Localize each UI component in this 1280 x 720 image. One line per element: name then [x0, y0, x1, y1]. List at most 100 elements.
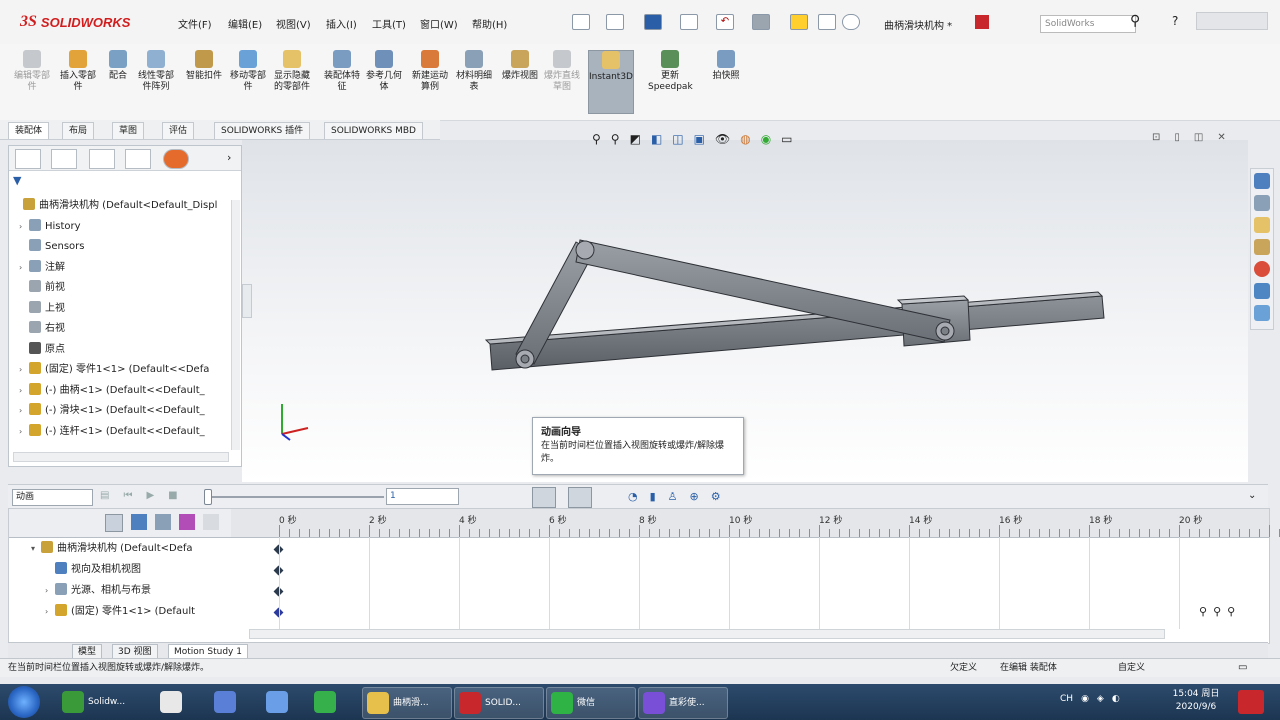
- zoom-in-icon[interactable]: ⚲: [1199, 605, 1207, 618]
- tree-scrollbar[interactable]: [231, 200, 240, 450]
- auto-fit-icon[interactable]: [203, 514, 219, 530]
- file-properties-icon[interactable]: [818, 14, 836, 30]
- display-manager-tab-icon[interactable]: [163, 149, 189, 169]
- contact-icon[interactable]: ⚙: [711, 490, 721, 503]
- tree-item-11[interactable]: › (-) 连杆<1> (Default<<Default_: [9, 422, 205, 442]
- tree-item-8[interactable]: › (固定) 零件1<1> (Default<<Defa: [9, 360, 209, 380]
- assembly-model[interactable]: [242, 140, 1248, 482]
- file-explorer-icon[interactable]: [1254, 217, 1270, 233]
- ribbon-button-1[interactable]: 插入零部件: [56, 50, 100, 112]
- filter-results-icon[interactable]: [179, 514, 195, 530]
- open-document-icon[interactable]: [606, 14, 624, 30]
- timeline-horizontal-scrollbar[interactable]: [249, 629, 1165, 639]
- ribbon-button-4[interactable]: 智能扣件: [182, 50, 226, 112]
- notification-icon[interactable]: [1238, 690, 1264, 714]
- restore-viewport-icon[interactable]: ⊡: [1152, 132, 1160, 143]
- tab-0[interactable]: 装配体: [8, 122, 50, 139]
- chevron-right-icon[interactable]: ›: [227, 151, 231, 164]
- select-icon[interactable]: [752, 14, 770, 30]
- animation-wizard-button[interactable]: [532, 487, 556, 508]
- panel-collapse-handle[interactable]: [242, 284, 252, 318]
- options-gear-icon[interactable]: [842, 14, 860, 30]
- zoom-out-icon[interactable]: ⚲: [1213, 605, 1221, 618]
- input-language[interactable]: CH: [1060, 694, 1073, 704]
- timeline-row-1[interactable]: 视向及相机视图: [9, 560, 141, 580]
- tree-item-9-expander[interactable]: ›: [19, 381, 29, 401]
- tree-item-1[interactable]: › History: [9, 217, 81, 237]
- tree-item-9[interactable]: › (-) 曲柄<1> (Default<<Default_: [9, 381, 205, 401]
- timeline-ruler[interactable]: 0 秒 2 秒 4 秒 6 秒 8 秒 10 秒 12 秒 14 秒 16 秒 18 秒 20 秒: [231, 509, 1280, 538]
- tray-network-icon[interactable]: ◈: [1097, 694, 1104, 704]
- tray-volume-icon[interactable]: ◐: [1112, 694, 1120, 704]
- save-icon[interactable]: [644, 14, 662, 30]
- tree-item-6[interactable]: 右视: [9, 319, 65, 339]
- collapse-chevron-icon[interactable]: ⌄: [1248, 490, 1256, 501]
- design-library-icon[interactable]: [1254, 195, 1270, 211]
- stop-icon[interactable]: ■: [168, 490, 177, 501]
- ribbon-button-11[interactable]: 爆炸视图: [498, 50, 542, 112]
- tab-5[interactable]: SOLIDWORKS MBD: [324, 122, 423, 139]
- property-manager-tab-icon[interactable]: [51, 149, 77, 169]
- autokey-icon[interactable]: [568, 487, 592, 508]
- taskbar-app-8[interactable]: 直彩使...: [638, 687, 728, 719]
- solidworks-forum-icon[interactable]: [1254, 305, 1270, 321]
- tree-item-1-expander[interactable]: ›: [19, 217, 29, 237]
- play-icon[interactable]: ▶: [146, 490, 154, 501]
- tree-item-4[interactable]: 前视: [9, 278, 65, 298]
- solidworks-logo[interactable]: 3S SOLIDWORKS: [20, 10, 130, 34]
- filter-selected-icon[interactable]: [155, 514, 171, 530]
- taskbar-app-5[interactable]: 曲柄滑...: [362, 687, 452, 719]
- ribbon-button-10[interactable]: 材料明细表: [452, 50, 496, 112]
- graphics-area[interactable]: ⚲ ⚲ ◩ ◧ ◫ ▣ 👁 ◍ ◉ ▭ ⊡ ▯ ◫ ✕: [242, 132, 1248, 482]
- study-type-select[interactable]: 动画: [12, 489, 93, 506]
- new-document-icon[interactable]: [572, 14, 590, 30]
- maximize-viewport-icon[interactable]: ◫: [1194, 132, 1203, 143]
- system-clock[interactable]: 15:04 周日 2020/9/6: [1168, 688, 1224, 714]
- filter-icon[interactable]: ▼: [13, 174, 21, 187]
- zoom-fit-icon[interactable]: ⚲: [1227, 605, 1235, 618]
- timeline-row-2[interactable]: › 光源、相机与布景: [9, 581, 151, 601]
- menu-item-2[interactable]: 视图(V): [276, 16, 311, 31]
- start-button[interactable]: [8, 686, 40, 718]
- print-icon[interactable]: [680, 14, 698, 30]
- rebuild-icon[interactable]: [790, 14, 808, 30]
- menu-item-4[interactable]: 工具(T): [372, 16, 406, 31]
- status-units[interactable]: 自定义: [1118, 659, 1145, 677]
- taskbar-app-4[interactable]: [310, 687, 354, 717]
- ribbon-button-5[interactable]: 移动零部件: [226, 50, 270, 112]
- damper-icon[interactable]: ♙: [668, 490, 678, 503]
- tile-viewport-icon[interactable]: ▯: [1174, 132, 1180, 143]
- tree-item-2[interactable]: Sensors: [9, 237, 85, 257]
- tree-item-10-expander[interactable]: ›: [19, 401, 29, 421]
- home-icon[interactable]: [1254, 173, 1270, 189]
- menu-item-0[interactable]: 文件(F): [178, 16, 212, 31]
- view-palette-icon[interactable]: [1254, 239, 1270, 255]
- search-icon[interactable]: ⚲: [1130, 13, 1140, 29]
- ribbon-button-9[interactable]: 新建运动算例: [408, 50, 452, 112]
- timeline-row-2-expander[interactable]: ›: [45, 581, 55, 601]
- menu-item-6[interactable]: 帮助(H): [472, 16, 507, 31]
- ribbon-button-15[interactable]: 拍快照: [704, 50, 748, 112]
- undo-icon[interactable]: ↶: [716, 14, 734, 30]
- ribbon-button-3[interactable]: 线性零部件阵列: [134, 50, 178, 112]
- ribbon-button-14[interactable]: 更新Speedpak: [648, 50, 693, 112]
- menu-item-1[interactable]: 编辑(E): [228, 16, 262, 31]
- taskbar-app-6[interactable]: SOLID...: [454, 687, 544, 719]
- filter-animated-icon[interactable]: [105, 514, 123, 532]
- tree-item-5[interactable]: 上视: [9, 299, 65, 319]
- tree-item-0[interactable]: 曲柄滑块机构 (Default<Default_Displ: [9, 196, 217, 216]
- tree-item-8-expander[interactable]: ›: [19, 360, 29, 380]
- tab-2[interactable]: 草图: [112, 122, 145, 139]
- menu-item-5[interactable]: 窗口(W): [420, 16, 458, 31]
- ribbon-button-8[interactable]: 参考几何体: [362, 50, 406, 112]
- ribbon-button-12[interactable]: 爆炸直线草图: [540, 50, 584, 112]
- window-controls[interactable]: [1196, 12, 1268, 30]
- chat-icon[interactable]: ▭: [1238, 659, 1247, 677]
- taskbar-app-3[interactable]: [262, 687, 306, 717]
- configuration-tab-icon[interactable]: [89, 149, 115, 169]
- motor-icon[interactable]: ◔: [628, 490, 638, 503]
- tab-3[interactable]: 评估: [162, 122, 195, 139]
- taskbar-app-7[interactable]: 微信: [546, 687, 636, 719]
- timeline-row-3-expander[interactable]: ›: [45, 602, 55, 622]
- ribbon-button-6[interactable]: 显示隐藏的零部件: [270, 50, 314, 112]
